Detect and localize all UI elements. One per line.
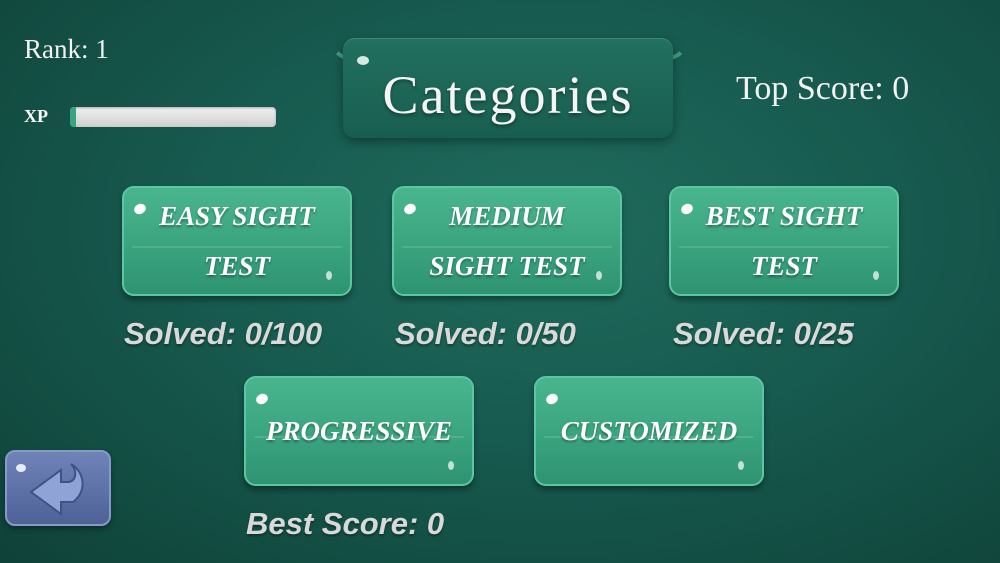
button-label-line1: BEST SIGHT xyxy=(705,201,863,231)
top-score-label: Top Score: 0 xyxy=(736,70,910,107)
xp-progress-fill xyxy=(70,107,77,127)
button-gloss-decoration xyxy=(132,246,342,249)
button-label: EASY SIGHT TEST xyxy=(159,191,315,291)
progressive-button[interactable]: PROGRESSIVE xyxy=(244,376,474,486)
button-drop-decoration xyxy=(738,461,744,470)
button-shine-decoration xyxy=(402,201,418,217)
button-drop-decoration xyxy=(326,271,332,280)
button-label-line1: MEDIUM xyxy=(449,201,565,231)
customized-button[interactable]: CUSTOMIZED xyxy=(534,376,764,486)
rank-label: Rank: 1 xyxy=(24,34,109,64)
button-label-line1: EASY SIGHT xyxy=(159,201,315,231)
medium-sight-test-button[interactable]: MEDIUM SIGHT TEST xyxy=(392,186,622,296)
button-drop-decoration xyxy=(596,271,602,280)
button-gloss-decoration xyxy=(544,436,754,439)
back-arrow-icon xyxy=(29,463,84,516)
button-gloss-decoration xyxy=(402,246,612,249)
button-label: MEDIUM SIGHT TEST xyxy=(429,191,584,291)
button-gloss-decoration xyxy=(254,436,464,439)
button-drop-decoration xyxy=(448,461,454,470)
button-gloss-decoration xyxy=(679,246,889,249)
button-label: CUSTOMIZED xyxy=(560,416,738,446)
xp-label: XP xyxy=(24,106,48,126)
button-label: PROGRESSIVE xyxy=(265,416,453,446)
medium-solved-count: Solved: 0/50 xyxy=(395,316,576,351)
button-label-line2: TEST xyxy=(750,251,817,281)
button-shine-decoration xyxy=(254,391,270,407)
page-title: Categories xyxy=(382,65,634,125)
best-sight-test-button[interactable]: BEST SIGHT TEST xyxy=(669,186,899,296)
button-shine-decoration xyxy=(132,201,148,217)
easy-solved-count: Solved: 0/100 xyxy=(124,316,323,351)
button-drop-decoration xyxy=(873,271,879,280)
button-shine-decoration xyxy=(679,201,695,217)
progressive-best-score: Best Score: 0 xyxy=(246,506,445,541)
button-label-line2: SIGHT TEST xyxy=(429,251,585,281)
button-label: BEST SIGHT TEST xyxy=(706,191,863,291)
xp-progress-bar xyxy=(70,107,276,127)
easy-sight-test-button[interactable]: EASY SIGHT TEST xyxy=(122,186,352,296)
button-shine-decoration xyxy=(544,391,560,407)
title-plate: Categories xyxy=(343,38,673,138)
back-button[interactable] xyxy=(5,450,111,526)
best-solved-count: Solved: 0/25 xyxy=(673,316,854,351)
button-label-line2: TEST xyxy=(203,251,270,281)
